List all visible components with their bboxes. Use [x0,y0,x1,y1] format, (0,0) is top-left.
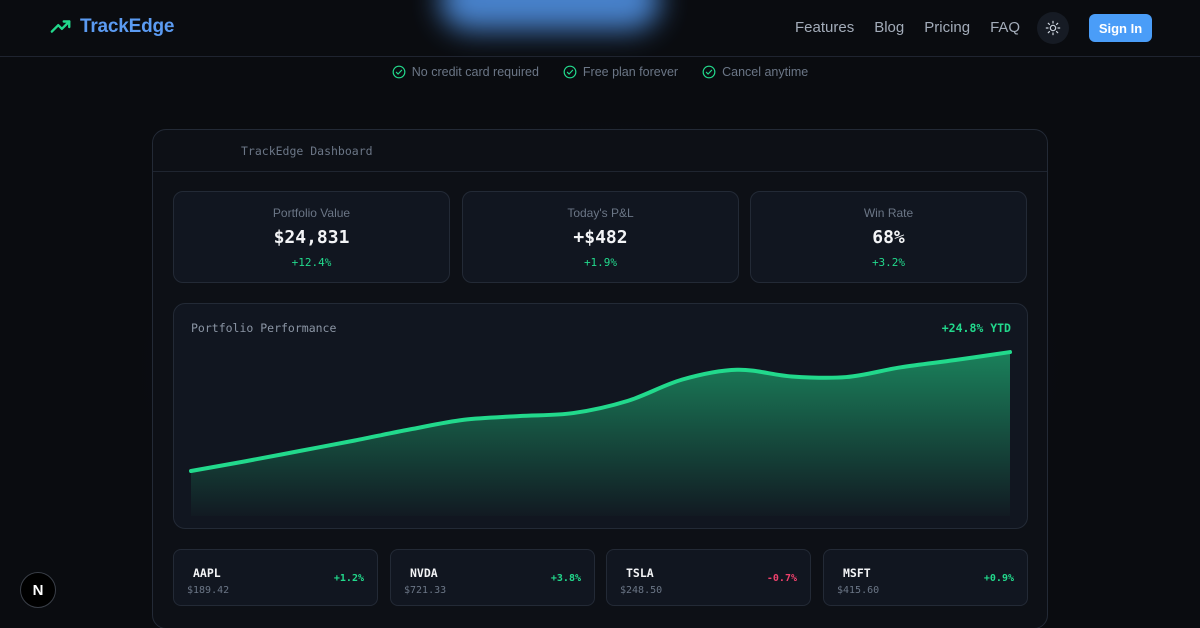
performance-chart-card: Portfolio Performance +24.8% YTD [173,303,1028,529]
chart-ytd-badge: +24.8% YTD [941,321,1011,335]
stat-label: Win Rate [863,206,914,220]
stat-delta: +12.4% [291,256,332,269]
n-logo-icon: N [32,581,44,599]
ticker-card-tsla[interactable]: TSLA $248.50 -0.7% [606,549,811,606]
nav-pricing[interactable]: Pricing [924,19,970,36]
stat-value: 68% [872,227,905,248]
perk-item: Cancel anytime [702,65,808,79]
performance-chart [189,350,1012,516]
stat-label: Today's P&L [567,206,634,220]
ticker-price: $721.33 [404,585,447,596]
perks-row: No credit card required Free plan foreve… [0,65,1200,79]
ticker-change: -0.7% [766,573,797,584]
nextjs-dev-badge[interactable]: N [20,572,56,608]
ticker-symbol: MSFT [843,566,871,580]
check-circle-icon [392,65,406,79]
trending-up-icon [50,20,71,33]
check-circle-icon [563,65,577,79]
perk-item: Free plan forever [563,65,678,79]
sign-in-button[interactable]: Sign In [1089,14,1152,42]
nav-features[interactable]: Features [795,19,854,36]
stat-card-portfolio-value: Portfolio Value $24,831 +12.4% [173,191,450,283]
ticker-symbol: TSLA [626,566,654,580]
top-nav: TrackEdge Features Blog Pricing FAQ Sign… [0,0,1200,57]
ticker-symbol: NVDA [410,566,438,580]
nav-blog[interactable]: Blog [874,19,904,36]
stat-value: $24,831 [273,227,350,248]
perk-label: No credit card required [411,65,539,79]
ticker-change: +1.2% [333,573,364,584]
ticker-price: $415.60 [837,585,880,596]
stat-label: Portfolio Value [272,206,351,220]
nav-faq[interactable]: FAQ [990,19,1020,36]
dashboard-title: TrackEdge Dashboard [241,144,373,158]
chart-title: Portfolio Performance [191,321,337,335]
ticker-symbol: AAPL [193,566,221,580]
theme-toggle-button[interactable] [1037,12,1069,44]
dashboard-preview: TrackEdge Dashboard Portfolio Value $24,… [152,129,1048,628]
chart-area-fill [191,352,1010,516]
stat-card-win-rate: Win Rate 68% +3.2% [750,191,1027,283]
ticker-price: $248.50 [620,585,663,596]
perk-label: Cancel anytime [722,65,809,79]
brand-logo[interactable]: TrackEdge [50,16,175,38]
ticker-price: $189.42 [187,585,230,596]
ticker-change: +3.8% [550,573,581,584]
stat-delta: +1.9% [583,256,618,269]
check-circle-icon [702,65,716,79]
divider [153,171,1047,172]
perk-item: No credit card required [392,65,539,79]
perk-label: Free plan forever [582,65,679,79]
stat-card-todays-pnl: Today's P&L +$482 +1.9% [462,191,739,283]
sun-icon [1045,20,1061,36]
ticker-card-nvda[interactable]: NVDA $721.33 +3.8% [390,549,595,606]
main-nav: Features Blog Pricing FAQ [795,19,1020,36]
ticker-card-aapl[interactable]: AAPL $189.42 +1.2% [173,549,378,606]
ticker-change: +0.9% [983,573,1014,584]
stat-delta: +3.2% [871,256,906,269]
brand-name: TrackEdge [80,16,175,37]
stat-value: +$482 [573,227,628,248]
ticker-card-msft[interactable]: MSFT $415.60 +0.9% [823,549,1028,606]
